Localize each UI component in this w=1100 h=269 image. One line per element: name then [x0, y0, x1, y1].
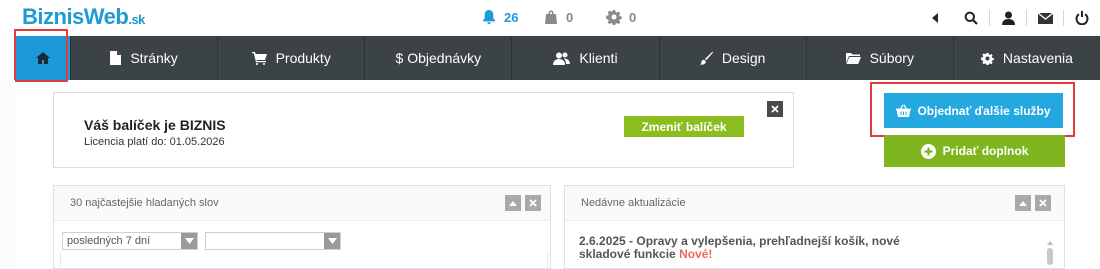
messages-button[interactable] — [1027, 7, 1063, 29]
nav-item-products[interactable]: Produkty — [217, 36, 364, 80]
brand-name: BiznisWeb — [22, 4, 129, 29]
package-info-box: Váš balíček je BIZNIS Licencia platí do:… — [53, 92, 794, 168]
nav-item-clients[interactable]: Klienti — [511, 36, 658, 80]
settings-count: 0 — [629, 9, 637, 25]
nav-item-settings[interactable]: Nastavenia — [952, 36, 1100, 80]
orders-indicator[interactable]: 0 — [543, 9, 573, 25]
chevron-up-icon — [509, 200, 517, 206]
brand-tld: .sk — [128, 12, 145, 27]
nav-item-label: Stránky — [130, 50, 178, 66]
license-validity: Licencia platí do: 01.05.2026 — [84, 136, 225, 148]
settings-indicator[interactable]: 0 — [606, 9, 636, 25]
user-icon — [1001, 11, 1015, 25]
gear-icon — [981, 52, 994, 65]
recent-updates-panel: Nedávne aktualizácie 2.6.2025 - Opravy a… — [564, 185, 1065, 269]
panel-title: 30 najčastejšie hladaných slov — [70, 197, 219, 209]
nav-item-label: Nastavenia — [1002, 50, 1073, 66]
close-icon — [771, 105, 779, 113]
nav-item-label: $ Objednávky — [395, 50, 482, 66]
brand-logo[interactable]: BiznisWeb.sk — [22, 4, 145, 30]
scrollbar-thumb[interactable] — [1047, 248, 1053, 265]
nav-item-label: Produkty — [275, 50, 331, 66]
page-margin — [0, 80, 15, 269]
update-news-text: 2.6.2025 - Opravy a vylepšenia, prehľadn… — [579, 234, 900, 261]
top-search-words-panel: 30 najčastejšie hladaných slov poslednýc… — [53, 185, 551, 269]
panel-title: Nedávne aktualizácie — [581, 197, 686, 209]
nav-item-files[interactable]: Súbory — [805, 36, 953, 80]
collapse-panel-button[interactable] — [505, 195, 521, 211]
new-badge: Nové! — [679, 247, 713, 261]
folder-icon — [845, 53, 861, 64]
top-bar: BiznisWeb.sk 26 0 0 — [0, 0, 1100, 35]
chevron-down-icon — [181, 233, 197, 249]
notifications-count: 26 — [504, 9, 519, 25]
close-icon — [1039, 199, 1047, 207]
brush-icon — [699, 51, 713, 65]
notifications-button[interactable]: 26 — [481, 9, 518, 25]
file-icon — [110, 51, 122, 65]
nav-item-design[interactable]: Design — [658, 36, 806, 80]
home-highlight-outline — [14, 29, 68, 82]
nav-item-label: Design — [721, 50, 766, 66]
power-icon — [1075, 11, 1089, 25]
shopping-bag-icon — [545, 10, 557, 24]
account-button[interactable] — [990, 7, 1026, 29]
collapse-panel-button[interactable] — [1015, 195, 1031, 211]
collapse-button[interactable] — [917, 7, 953, 29]
panel-header: Nedávne aktualizácie — [565, 186, 1064, 221]
close-panel-button[interactable] — [525, 195, 541, 211]
bell-icon — [483, 10, 495, 24]
logout-button[interactable] — [1064, 7, 1100, 29]
main-navigation: Stránky Produkty $ Objednávky Klienti De… — [15, 36, 1100, 80]
caret-left-icon — [932, 13, 938, 23]
panel-header: 30 najčastejšie hladaných slov — [54, 186, 550, 221]
search-button[interactable] — [953, 7, 989, 29]
cog-icon — [606, 10, 622, 25]
add-addon-button[interactable]: Pridať doplnok — [884, 135, 1065, 167]
nav-item-pages[interactable]: Stránky — [70, 36, 217, 80]
cart-icon — [251, 51, 267, 65]
period-select-value: posledných 7 dní — [67, 235, 151, 247]
nav-item-orders[interactable]: $ Objednávky — [364, 36, 511, 80]
users-icon — [553, 52, 571, 65]
change-package-button[interactable]: Zmeniť balíček — [624, 116, 744, 137]
chevron-up-icon — [1019, 200, 1027, 206]
search-icon — [964, 11, 978, 25]
close-icon — [529, 199, 537, 207]
nav-item-label: Klienti — [579, 50, 618, 66]
update-news-item[interactable]: 2.6.2025 - Opravy a vylepšenia, prehľadn… — [579, 235, 939, 261]
scroll-up-icon — [1047, 241, 1053, 245]
close-panel-button[interactable] — [1035, 195, 1051, 211]
chevron-down-icon — [324, 233, 340, 249]
top-right-toolbar — [917, 6, 1100, 30]
envelope-icon — [1037, 12, 1053, 24]
package-title: Váš balíček je BIZNIS — [84, 117, 226, 133]
plus-circle-icon — [920, 143, 936, 159]
orders-count: 0 — [566, 9, 574, 25]
search-words-list — [60, 252, 548, 269]
order-highlight-outline — [870, 82, 1075, 137]
close-package-box-button[interactable] — [767, 101, 783, 117]
secondary-select[interactable] — [205, 232, 341, 250]
nav-item-label: Súbory — [869, 50, 914, 66]
add-addon-label: Pridať doplnok — [942, 144, 1029, 158]
period-select[interactable]: posledných 7 dní — [62, 232, 198, 250]
updates-scrollbar[interactable] — [1047, 241, 1053, 266]
